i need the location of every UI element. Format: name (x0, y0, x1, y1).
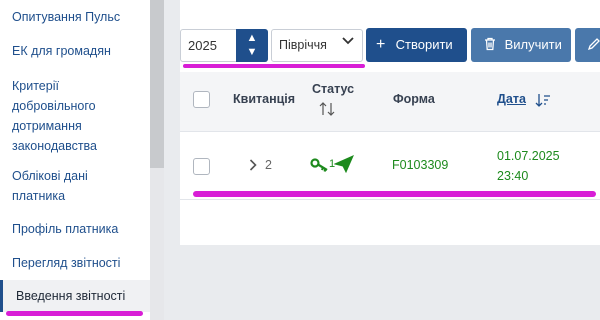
form-code[interactable]: F0103309 (392, 158, 448, 172)
receipt-count: 2 (265, 158, 272, 172)
sidebar-item-label: Критерії добровільного дотримання законо… (12, 79, 97, 153)
paper-plane-icon (334, 155, 354, 173)
column-header-form[interactable]: Форма (393, 92, 435, 106)
column-header-status[interactable]: Статус (312, 82, 354, 96)
sidebar: Опитування Пульс ЕК для громадян Критері… (0, 0, 150, 320)
trash-icon (485, 37, 495, 51)
sidebar-item-label: Перегляд звітності (12, 256, 121, 270)
chevron-right-icon[interactable] (249, 159, 257, 171)
sidebar-item-label: Опитування Пульс (12, 10, 121, 24)
year-stepper[interactable]: ▲ ▼ (236, 29, 268, 62)
select-all-checkbox[interactable] (193, 91, 210, 108)
delete-button-label: Вилучити (504, 37, 562, 52)
sidebar-item-view-reports[interactable]: Перегляд звітності (0, 253, 150, 273)
column-header-receipt[interactable]: Квитанція (233, 92, 295, 106)
sidebar-item-label: Введення звітності (16, 289, 126, 303)
column-header-date[interactable]: Дата (497, 92, 526, 106)
sidebar-item-label: Облікові дані платника (12, 169, 88, 203)
highlight-underline (183, 64, 365, 68)
plus-icon: + (376, 36, 386, 53)
row-divider (180, 199, 600, 200)
chevron-down-icon[interactable]: ▼ (236, 46, 268, 58)
sidebar-item-pulse-survey[interactable]: Опитування Пульс (0, 7, 150, 27)
sidebar-item-payer-data[interactable]: Облікові дані платника (0, 166, 150, 206)
sidebar-item-compliance-criteria[interactable]: Критерії добровільного дотримання законо… (0, 76, 150, 156)
sidebar-scrollbar-thumb[interactable] (150, 0, 164, 168)
sort-arrows-icon[interactable] (319, 102, 335, 116)
chevron-up-icon[interactable]: ▲ (236, 32, 268, 44)
row-time: 23:40 (497, 169, 529, 183)
highlight-underline (6, 311, 143, 316)
sort-desc-icon[interactable] (535, 93, 551, 107)
year-value: 2025 (188, 38, 217, 53)
chevron-down-icon (342, 37, 354, 45)
row-date: 01.07.2025 (497, 149, 560, 163)
pencil-icon (587, 38, 600, 51)
highlight-underline (193, 191, 596, 197)
sidebar-item-enter-reports[interactable]: Введення звітності (0, 280, 150, 312)
row-checkbox[interactable] (193, 158, 210, 175)
key-icon (310, 158, 328, 172)
page-background (164, 245, 600, 320)
sidebar-item-ek-citizens[interactable]: ЕК для громадян (0, 41, 150, 61)
sidebar-item-payer-profile[interactable]: Профіль платника (0, 219, 150, 239)
delete-button[interactable]: Вилучити (471, 28, 571, 62)
sidebar-item-label: Профіль платника (12, 222, 119, 236)
sidebar-item-label: ЕК для громадян (12, 44, 111, 58)
create-button-label: Створити (395, 37, 453, 52)
period-value: Півріччя (279, 38, 327, 52)
create-button[interactable]: + Створити (366, 28, 467, 62)
edit-button[interactable] (575, 28, 600, 62)
